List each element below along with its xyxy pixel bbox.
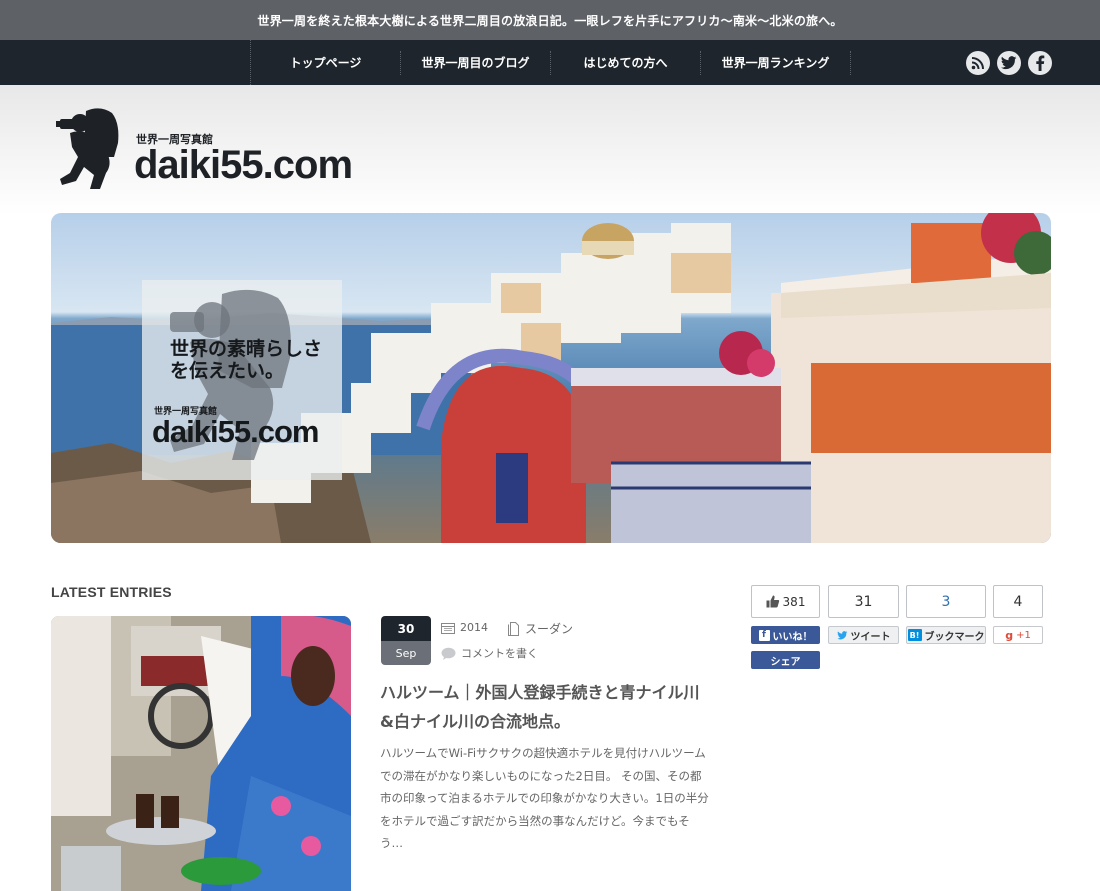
nav-item-beginners[interactable]: はじめての方へ xyxy=(551,50,701,75)
like-count-value: 381 xyxy=(782,594,806,609)
gplus-count-value: 4 xyxy=(1013,593,1023,610)
nav-item-label: 世界一周ランキング xyxy=(721,56,830,70)
hatena-bookmark-count: 3 xyxy=(906,585,986,618)
site-logo[interactable]: 世界一周写真館 daiki55.com xyxy=(56,105,356,195)
section-title: LATEST ENTRIES xyxy=(51,584,172,600)
facebook-icon[interactable] xyxy=(1028,51,1052,75)
social-links xyxy=(966,51,1052,75)
twitter-icon[interactable] xyxy=(997,51,1021,75)
post-excerpt: ハルツームでWi-Fiサクサクの超快適ホテルを見付けハルツームでの滞在がかなり楽… xyxy=(380,746,709,850)
post-comment-link[interactable]: コメントを書く xyxy=(441,645,538,661)
nav-item-label: 世界一周目のブログ xyxy=(421,56,530,70)
thumbs-up-icon xyxy=(766,595,779,608)
tweet-label: ツイート xyxy=(850,631,891,643)
document-icon xyxy=(508,621,519,636)
like-label: いいね！ xyxy=(772,631,813,643)
hero-overlay-card: 世界の素晴らしさを伝えたい。 世界一周写真館 daiki55.com xyxy=(142,280,342,480)
site-tagline-text: 世界一周を終えた根本大樹による世界二周目の放浪日記。一眼レフを片手にアフリカ〜南… xyxy=(257,13,843,28)
logo-title: daiki55.com xyxy=(134,143,353,187)
post-date-badge: 30 Sep xyxy=(381,616,431,665)
hatena-count-value: 3 xyxy=(941,593,951,610)
nav-item-label: はじめての方へ xyxy=(583,56,668,70)
hatena-icon: B! xyxy=(907,629,922,641)
post-date-day: 30 xyxy=(381,616,431,641)
post-date-month: Sep xyxy=(381,641,431,665)
post-category[interactable]: スーダン xyxy=(508,620,573,637)
facebook-share-button[interactable]: シェア xyxy=(751,651,820,669)
tweet-count: 31 xyxy=(828,585,899,618)
post-title[interactable]: ハルツーム｜外国人登録手続きと青ナイル川&白ナイル川の合流地点。 xyxy=(380,678,710,736)
calendar-icon xyxy=(441,622,455,634)
post-year: 2014 xyxy=(441,621,488,634)
share-label: シェア xyxy=(770,656,801,668)
nav-item-ranking[interactable]: 世界一周ランキング xyxy=(701,50,851,75)
tweet-count-value: 31 xyxy=(854,593,873,610)
facebook-like-button[interactable]: f いいね！ xyxy=(751,626,820,644)
gplus-count: 4 xyxy=(993,585,1043,618)
gplus-label: +1 xyxy=(1016,629,1031,641)
post-year-text: 2014 xyxy=(460,621,488,634)
hero-banner: 世界の素晴らしさを伝えたい。 世界一周写真館 daiki55.com xyxy=(51,213,1051,543)
post-category-text: スーダン xyxy=(525,622,574,636)
facebook-like-count: 381 xyxy=(751,585,820,618)
post-thumbnail[interactable] xyxy=(51,616,351,891)
tweet-button[interactable]: ツイート xyxy=(828,626,899,644)
facebook-icon: f xyxy=(758,629,770,641)
hero-logo-title: daiki55.com xyxy=(152,414,319,449)
hero-tagline: 世界の素晴らしさを伝えたい。 xyxy=(170,338,323,382)
post-comment-text: コメントを書く xyxy=(461,647,538,660)
nav-item-top[interactable]: トップページ xyxy=(251,50,401,75)
nav-item-first-trip-blog[interactable]: 世界一周目のブログ xyxy=(401,50,551,75)
twitter-icon xyxy=(836,630,847,639)
comment-icon xyxy=(441,647,456,660)
rss-icon[interactable] xyxy=(966,51,990,75)
main-navbar: トップページ 世界一周目のブログ はじめての方へ 世界一周ランキング xyxy=(0,40,1100,85)
photographer-silhouette-icon xyxy=(56,108,119,189)
hatena-label: ブックマーク xyxy=(924,631,985,643)
gplus-button[interactable]: g +1 xyxy=(993,626,1043,644)
nav-item-label: トップページ xyxy=(289,56,362,70)
gplus-icon: g xyxy=(1005,628,1014,642)
site-tagline: 世界一周を終えた根本大樹による世界二周目の放浪日記。一眼レフを片手にアフリカ〜南… xyxy=(0,0,1100,40)
hatena-bookmark-button[interactable]: B! ブックマーク xyxy=(906,626,986,644)
nav-menu: トップページ 世界一周目のブログ はじめての方へ 世界一周ランキング xyxy=(250,40,851,85)
post-thumbnail-photo xyxy=(51,616,351,891)
